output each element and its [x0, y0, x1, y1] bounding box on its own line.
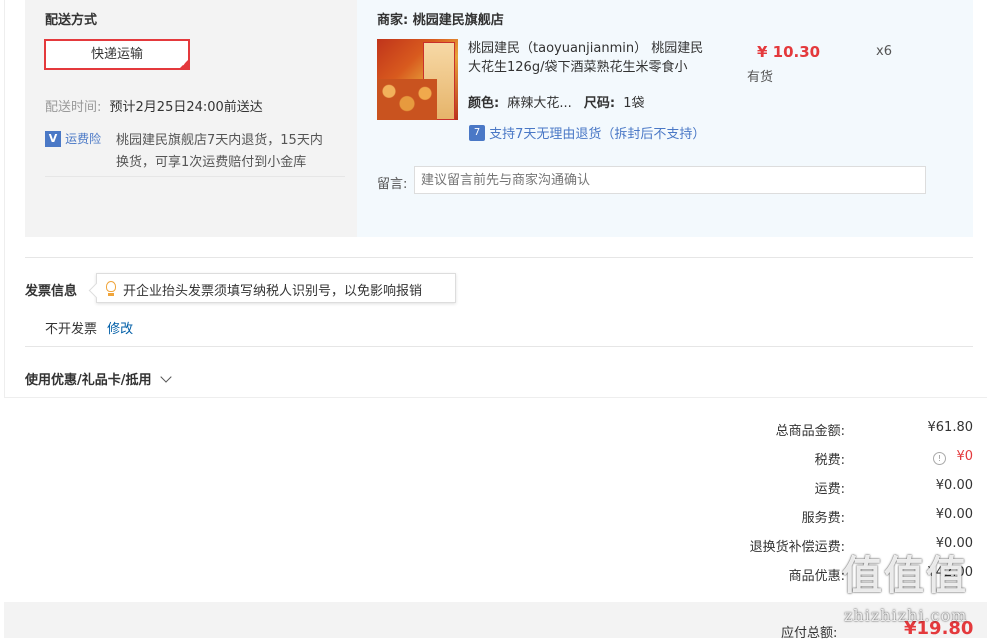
merchant-name: 桃园建民旗舰店	[412, 13, 504, 28]
coupon-title: 使用优惠/礼品卡/抵用	[25, 373, 152, 388]
summary-value: ¥0.00	[935, 478, 973, 493]
invoice-modify-link[interactable]: 修改	[107, 322, 133, 337]
summary-value: ¥0.00	[935, 536, 973, 551]
check-mark-icon: ✓	[181, 59, 188, 68]
return-policy[interactable]: 7 支持7天无理由退货（拆封后不支持）	[469, 123, 705, 142]
remark-label: 留言:	[377, 177, 408, 192]
summary-value: ¥0.00	[935, 507, 973, 522]
summary-label: 商品优惠:	[788, 569, 845, 584]
summary-row-shipping: 运费: ¥0.00	[725, 478, 975, 507]
summary-row-service: 服务费: ¥0.00	[725, 507, 975, 536]
total-value: ¥19.80	[904, 618, 974, 639]
shipping-section-title: 配送方式	[45, 13, 98, 28]
shipping-method-option[interactable]: 快递运输 ✓	[44, 39, 190, 70]
size-value: 1袋	[623, 96, 645, 111]
remark-input[interactable]	[414, 166, 926, 194]
insurance-badge-label: 运费险	[65, 132, 102, 146]
color-label: 颜色:	[468, 96, 500, 111]
summary-label: 税费:	[814, 453, 845, 468]
product-quantity: x6	[876, 44, 892, 59]
total-label: 应付总额:	[781, 626, 838, 641]
insurance-text-line2: 换货，可享1次运费赔付到小金库	[116, 155, 307, 170]
product-title-line1[interactable]: 桃园建民（taoyuanjianmin） 桃园建民	[468, 39, 718, 58]
seven-day-return-icon: 7	[469, 124, 485, 141]
size-label: 尺码:	[583, 96, 616, 111]
delivery-time-label: 配送时间:	[45, 100, 102, 115]
chevron-down-icon	[159, 371, 172, 383]
invoice-status: 不开发票	[45, 322, 98, 337]
summary-label: 总商品金额:	[775, 424, 845, 439]
coupon-toggle[interactable]: 使用优惠/礼品卡/抵用	[25, 369, 172, 388]
product-title-line2[interactable]: 大花生126g/袋下酒菜熟花生米零食小	[468, 58, 718, 77]
summary-row-discount: 商品优惠: ¥42.00	[725, 565, 975, 594]
return-policy-text: 支持7天无理由退货（拆封后不支持）	[489, 127, 706, 142]
main-section-left-border	[4, 0, 5, 398]
insurance-text-line1: 桃园建民旗舰店7天内退货，15天内	[116, 133, 323, 148]
invoice-tip-tooltip: 开企业抬头发票须填写纳税人识别号，以免影响报销	[96, 273, 456, 303]
invoice-bottom-divider	[25, 346, 973, 347]
invoice-tip-text: 开企业抬头发票须填写纳税人识别号，以免影响报销	[123, 284, 423, 299]
summary-value: ¥61.80	[927, 420, 974, 435]
summary-label: 退换货补偿运费:	[749, 540, 845, 555]
delivery-time-value: 预计2月25日24:00前送达	[109, 100, 263, 115]
invoice-top-divider	[25, 257, 973, 258]
color-value: 麻辣大花...	[507, 96, 572, 111]
main-section-bottom-border	[4, 397, 987, 398]
summary-value: ¥42.00	[927, 565, 974, 580]
peanut-pile-graphic	[377, 79, 437, 120]
product-stock-status: 有货	[747, 70, 774, 85]
invoice-title: 发票信息	[25, 284, 78, 299]
shield-v-icon: V	[45, 130, 61, 147]
shipping-insurance[interactable]: V 运费险	[45, 130, 101, 147]
order-summary: 总商品金额: ¥61.80 税费: ! ¥0 运费: ¥0.00 服务费: ¥0…	[725, 420, 975, 594]
summary-value: ¥0	[956, 449, 973, 464]
summary-label: 服务费:	[801, 511, 845, 526]
total-bar: 应付总额: ¥19.80	[4, 602, 987, 641]
summary-label: 运费:	[814, 482, 845, 497]
summary-row-return-shipping: 退换货补偿运费: ¥0.00	[725, 536, 975, 565]
summary-row-total: 总商品金额: ¥61.80	[725, 420, 975, 449]
shipping-method-label: 快递运输	[90, 47, 143, 62]
lightbulb-base-icon	[108, 293, 114, 296]
product-price: ¥ 10.30	[757, 43, 821, 61]
shipping-divider	[45, 176, 345, 177]
product-image[interactable]	[377, 39, 458, 120]
lightbulb-icon	[106, 281, 116, 292]
merchant-label: 商家:	[377, 13, 409, 28]
summary-row-tax: 税费: ! ¥0	[725, 449, 975, 478]
